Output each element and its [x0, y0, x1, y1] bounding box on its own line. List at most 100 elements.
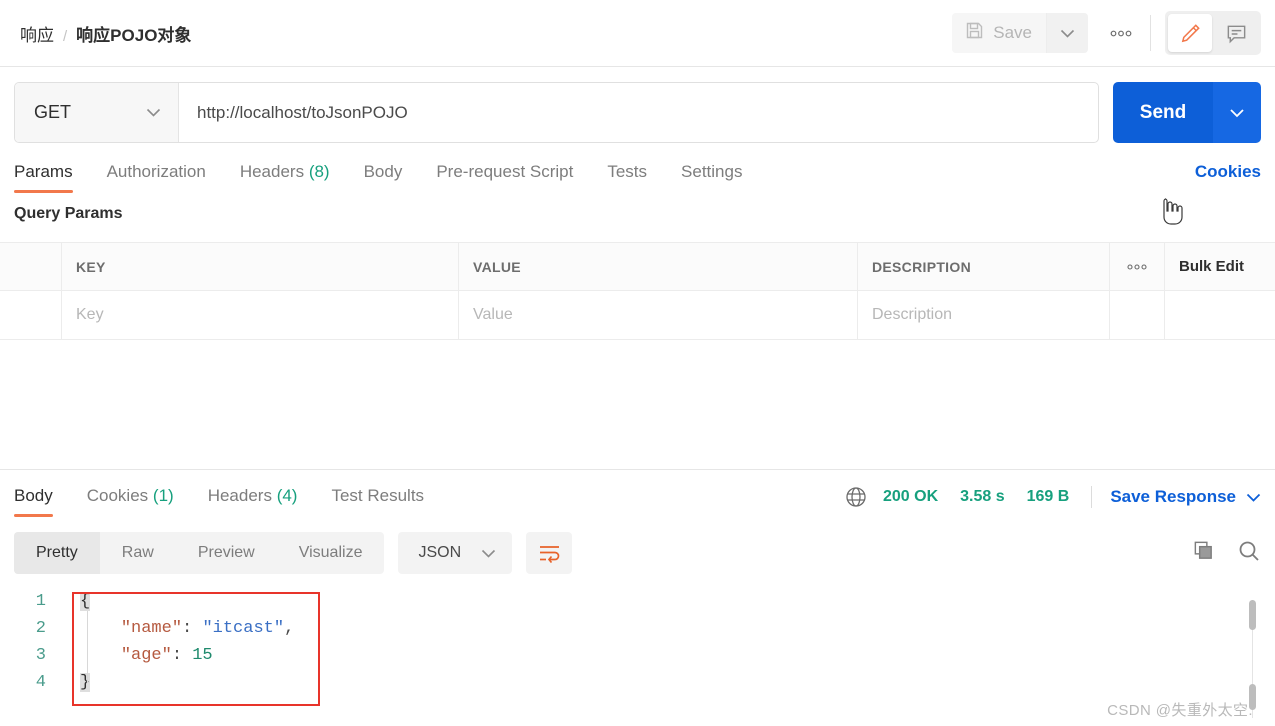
- line-number: 1: [35, 592, 46, 611]
- response-size: 169 B: [1026, 488, 1070, 505]
- send-dropdown-button[interactable]: [1213, 82, 1261, 143]
- header-checkbox-cell: [0, 243, 62, 290]
- send-button-group: Send: [1113, 82, 1261, 143]
- tab-pre-request-script-label: Pre-request Script: [436, 162, 574, 181]
- copy-icon[interactable]: [1192, 539, 1215, 567]
- tab-body[interactable]: Body: [347, 158, 420, 193]
- tab-headers-count: (8): [308, 162, 330, 181]
- response-tab-test-results[interactable]: Test Results: [314, 486, 441, 517]
- url-bar: GET Send: [0, 67, 1275, 225]
- json-string-value: "itcast": [202, 619, 285, 638]
- row-options-cell: [1110, 291, 1165, 339]
- chevron-down-icon: [1060, 29, 1075, 38]
- row-value-placeholder: Value: [473, 306, 513, 323]
- app-header: 响应 / 响应POJO对象 Save: [0, 0, 1275, 67]
- json-comma: ,: [284, 619, 295, 638]
- code-line-4: }: [80, 669, 294, 696]
- response-tab-body-label: Body: [14, 486, 53, 505]
- send-button[interactable]: Send: [1113, 82, 1213, 143]
- save-response-label: Save Response: [1110, 487, 1236, 506]
- response-format-select[interactable]: JSON: [398, 532, 513, 574]
- line-number: 4: [35, 673, 46, 692]
- url-input[interactable]: [179, 83, 1098, 142]
- row-key-cell[interactable]: Key: [62, 291, 459, 339]
- tab-params[interactable]: Params: [14, 158, 90, 193]
- tab-body-label: Body: [363, 162, 403, 181]
- header-description: DESCRIPTION: [858, 243, 1110, 290]
- row-description-cell[interactable]: Description: [858, 291, 1110, 339]
- globe-icon: [845, 486, 867, 508]
- edit-mode-button[interactable]: [1168, 14, 1212, 52]
- view-mode-pretty[interactable]: Pretty: [14, 532, 100, 574]
- header-divider: [1150, 15, 1151, 51]
- ellipsis-icon: [1110, 30, 1132, 36]
- table-options-button[interactable]: [1110, 243, 1165, 290]
- floppy-disk-icon: [965, 21, 984, 45]
- tab-authorization-label: Authorization: [106, 162, 206, 181]
- tab-tests-label: Tests: [607, 162, 648, 181]
- response-tab-headers-count: (4): [276, 486, 298, 505]
- comment-button[interactable]: [1214, 14, 1258, 52]
- tab-tests[interactable]: Tests: [590, 158, 664, 193]
- tab-headers-label: Headers: [239, 162, 305, 181]
- json-number-value: 15: [192, 646, 213, 665]
- response-tab-headers-label: Headers: [207, 486, 272, 505]
- tab-settings-label: Settings: [681, 162, 743, 181]
- meta-divider: [1091, 486, 1093, 508]
- scrollbar-thumb[interactable]: [1249, 600, 1256, 630]
- watermark: CSDN @失重外太空.: [1107, 702, 1253, 719]
- response-tabs: Body Cookies (1) Headers (4) Test Result…: [0, 486, 1275, 517]
- request-tabs: Params Authorization Headers (8) Body Pr…: [0, 158, 1275, 193]
- chevron-down-icon: [482, 549, 496, 558]
- tab-pre-request-script[interactable]: Pre-request Script: [419, 158, 590, 193]
- breadcrumb-separator: /: [63, 27, 68, 45]
- json-colon: :: [171, 646, 193, 665]
- code-text[interactable]: { "name": "itcast", "age": 15 }: [62, 588, 294, 696]
- save-button-group: Save: [952, 13, 1088, 53]
- http-method-label: GET: [34, 102, 72, 122]
- query-params-title: Query Params: [14, 205, 123, 222]
- response-tab-cookies-count: (1): [152, 486, 174, 505]
- close-brace: }: [80, 673, 91, 692]
- http-method-select[interactable]: GET: [15, 83, 179, 142]
- response-tab-headers[interactable]: Headers (4): [191, 486, 315, 517]
- indent-guide: [87, 611, 88, 683]
- more-options-button[interactable]: [1098, 13, 1144, 53]
- table-header-row: KEY VALUE DESCRIPTION Bulk Edit: [0, 243, 1275, 291]
- row-checkbox-cell[interactable]: [0, 291, 62, 339]
- table-row: Key Value Description: [0, 291, 1275, 339]
- bulk-edit-button[interactable]: Bulk Edit: [1165, 243, 1275, 290]
- response-tab-cookies[interactable]: Cookies (1): [70, 486, 191, 517]
- view-mode-preview[interactable]: Preview: [176, 532, 277, 574]
- tab-params-label: Params: [14, 162, 73, 181]
- view-mode-visualize[interactable]: Visualize: [277, 532, 385, 574]
- tab-headers[interactable]: Headers (8): [223, 158, 347, 193]
- save-dropdown-button[interactable]: [1046, 13, 1088, 53]
- row-description-placeholder: Description: [872, 306, 953, 323]
- response-tab-test-results-label: Test Results: [331, 486, 425, 505]
- line-number: 3: [35, 646, 46, 665]
- row-bulk-cell: [1165, 291, 1275, 339]
- save-button[interactable]: Save: [952, 13, 1046, 53]
- response-tab-cookies-label: Cookies: [86, 486, 149, 505]
- response-body-viewer[interactable]: 1 2 3 4 { "name": "itcast", "age": 15 }: [0, 588, 1275, 714]
- tab-settings[interactable]: Settings: [664, 158, 759, 193]
- cookies-link[interactable]: Cookies: [1195, 162, 1261, 193]
- line-number: 2: [35, 619, 46, 638]
- search-icon[interactable]: [1237, 539, 1261, 568]
- breadcrumb-parent[interactable]: 响应: [20, 21, 54, 46]
- chevron-down-icon: [1246, 493, 1261, 502]
- code-line-2: "name": "itcast",: [80, 615, 294, 642]
- word-wrap-button[interactable]: [526, 532, 573, 574]
- view-mode-raw[interactable]: Raw: [100, 532, 176, 574]
- response-tab-body[interactable]: Body: [14, 486, 70, 517]
- response-toolbar: Pretty Raw Preview Visualize JSON: [0, 532, 1275, 574]
- row-value-cell[interactable]: Value: [459, 291, 858, 339]
- save-response-button[interactable]: Save Response: [1110, 487, 1261, 507]
- tab-authorization[interactable]: Authorization: [90, 158, 223, 193]
- word-wrap-icon: [539, 546, 559, 563]
- response-time: 3.58 s: [960, 488, 1005, 505]
- header-value: VALUE: [459, 243, 858, 290]
- comment-icon: [1227, 25, 1245, 43]
- chevron-down-icon: [146, 108, 161, 117]
